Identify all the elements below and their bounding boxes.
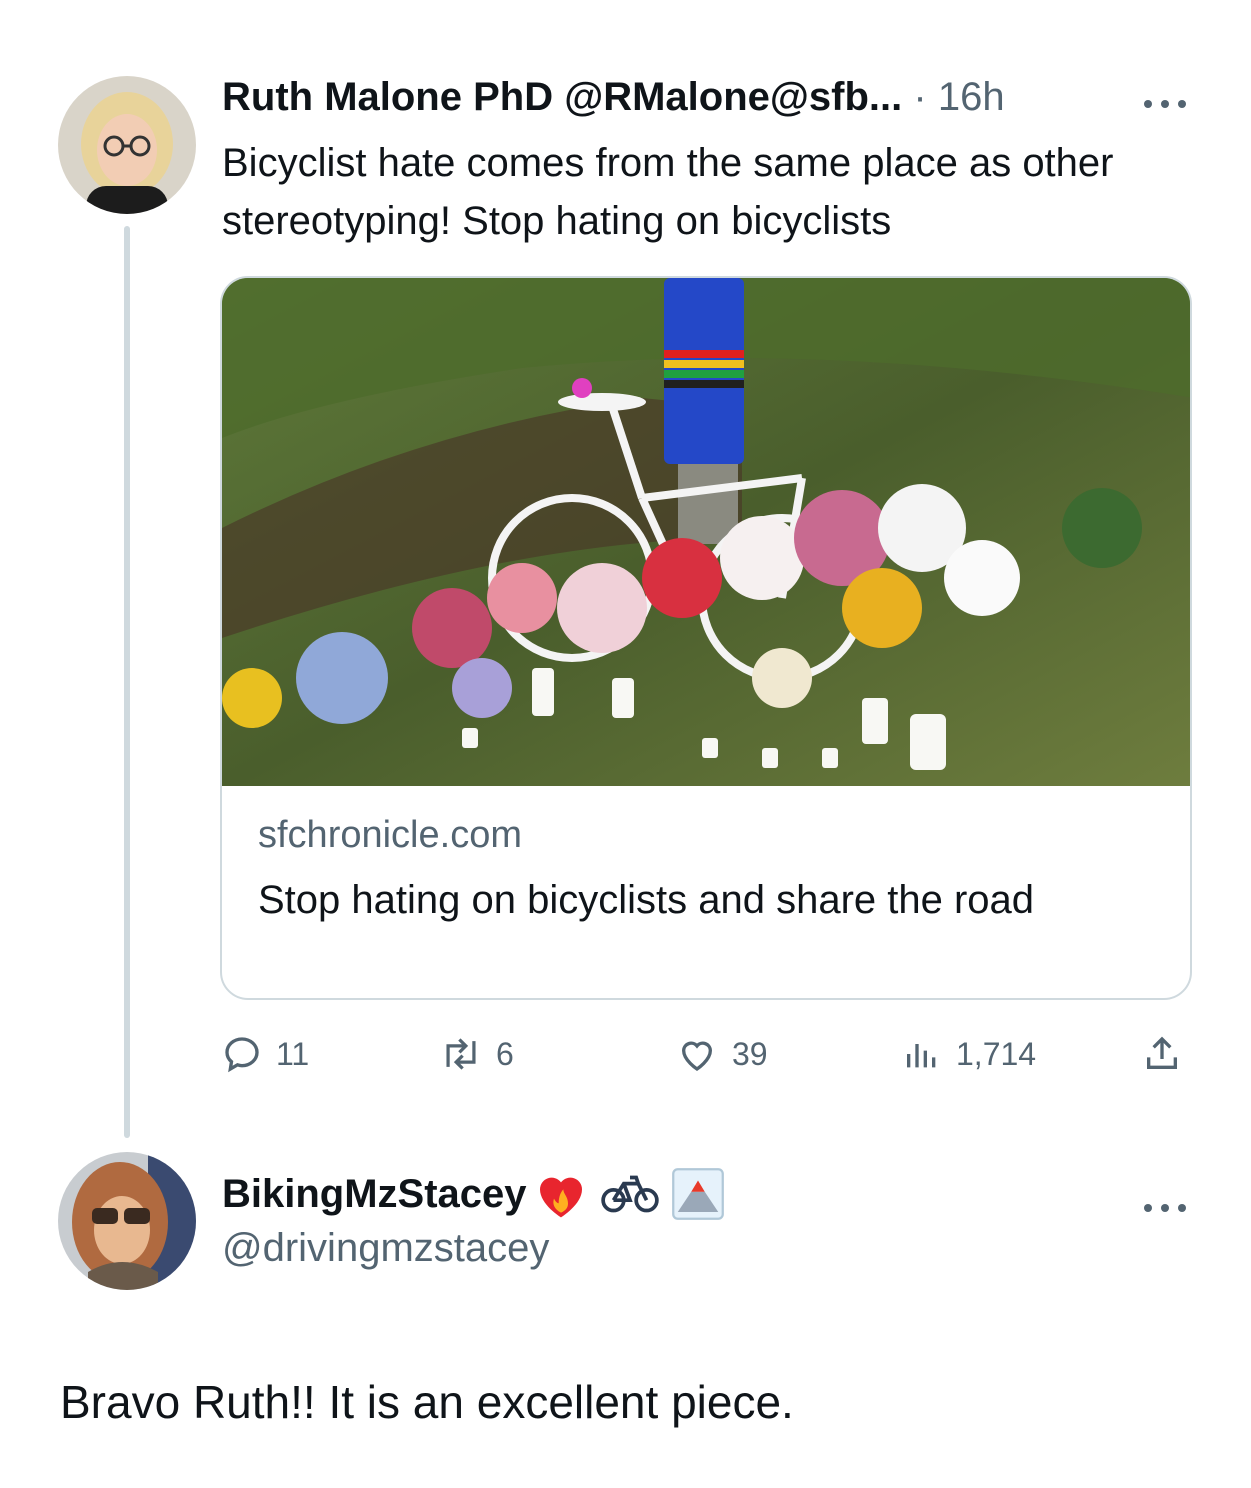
like-icon	[681, 1041, 713, 1071]
reply-author-handle[interactable]: @drivingmzstacey	[222, 1226, 549, 1271]
views-button[interactable]: 1,714	[902, 1030, 1036, 1078]
retweet-count: 6	[496, 1035, 514, 1072]
reply-text: Bravo Ruth!! It is an excellent piece.	[60, 1376, 794, 1428]
views-count: 1,714	[956, 1035, 1037, 1072]
share-icon	[1147, 1036, 1177, 1069]
author-name[interactable]: Ruth Malone PhD	[222, 75, 553, 119]
header-separator: ·	[913, 75, 927, 119]
reply-author-row: BikingMzStacey	[222, 1166, 725, 1222]
retweet-icon	[446, 1038, 476, 1070]
reply-author-name[interactable]: BikingMzStacey	[222, 1172, 527, 1217]
more-icon[interactable]	[1142, 80, 1188, 119]
like-count: 39	[732, 1035, 768, 1072]
retweet-button[interactable]: 6	[440, 1030, 514, 1078]
tweet-text: Bicyclist hate comes from the same place…	[222, 141, 1114, 243]
author-handle[interactable]: @RMalone@sfb...	[564, 75, 902, 119]
card-image	[222, 278, 1190, 786]
reply-button[interactable]: 11	[222, 1030, 309, 1078]
bicycle-emoji	[600, 1175, 659, 1213]
share-button[interactable]	[1142, 1030, 1196, 1078]
reply-count: 11	[276, 1035, 310, 1072]
thread-connector-line	[124, 226, 130, 1138]
tweet-time[interactable]: 16h	[938, 75, 1005, 119]
reply-more-icon[interactable]	[1142, 1184, 1188, 1223]
reply-author-avatar[interactable]	[58, 1152, 196, 1290]
card-title: Stop hating on bicyclists and share the …	[258, 878, 1035, 922]
tweet-header: Ruth Malone PhD @RMalone@sfb... · 16h	[222, 72, 1122, 122]
heart-on-fire-emoji	[539, 1177, 582, 1218]
reply-icon	[225, 1037, 259, 1073]
card-domain: sfchronicle.com	[258, 814, 522, 856]
author-avatar[interactable]	[58, 76, 196, 214]
volcano-emoji	[671, 1168, 724, 1220]
link-card[interactable]: sfchronicle.com Stop hating on bicyclist…	[220, 276, 1192, 1000]
views-icon	[907, 1044, 936, 1068]
like-button[interactable]: 39	[676, 1030, 768, 1078]
